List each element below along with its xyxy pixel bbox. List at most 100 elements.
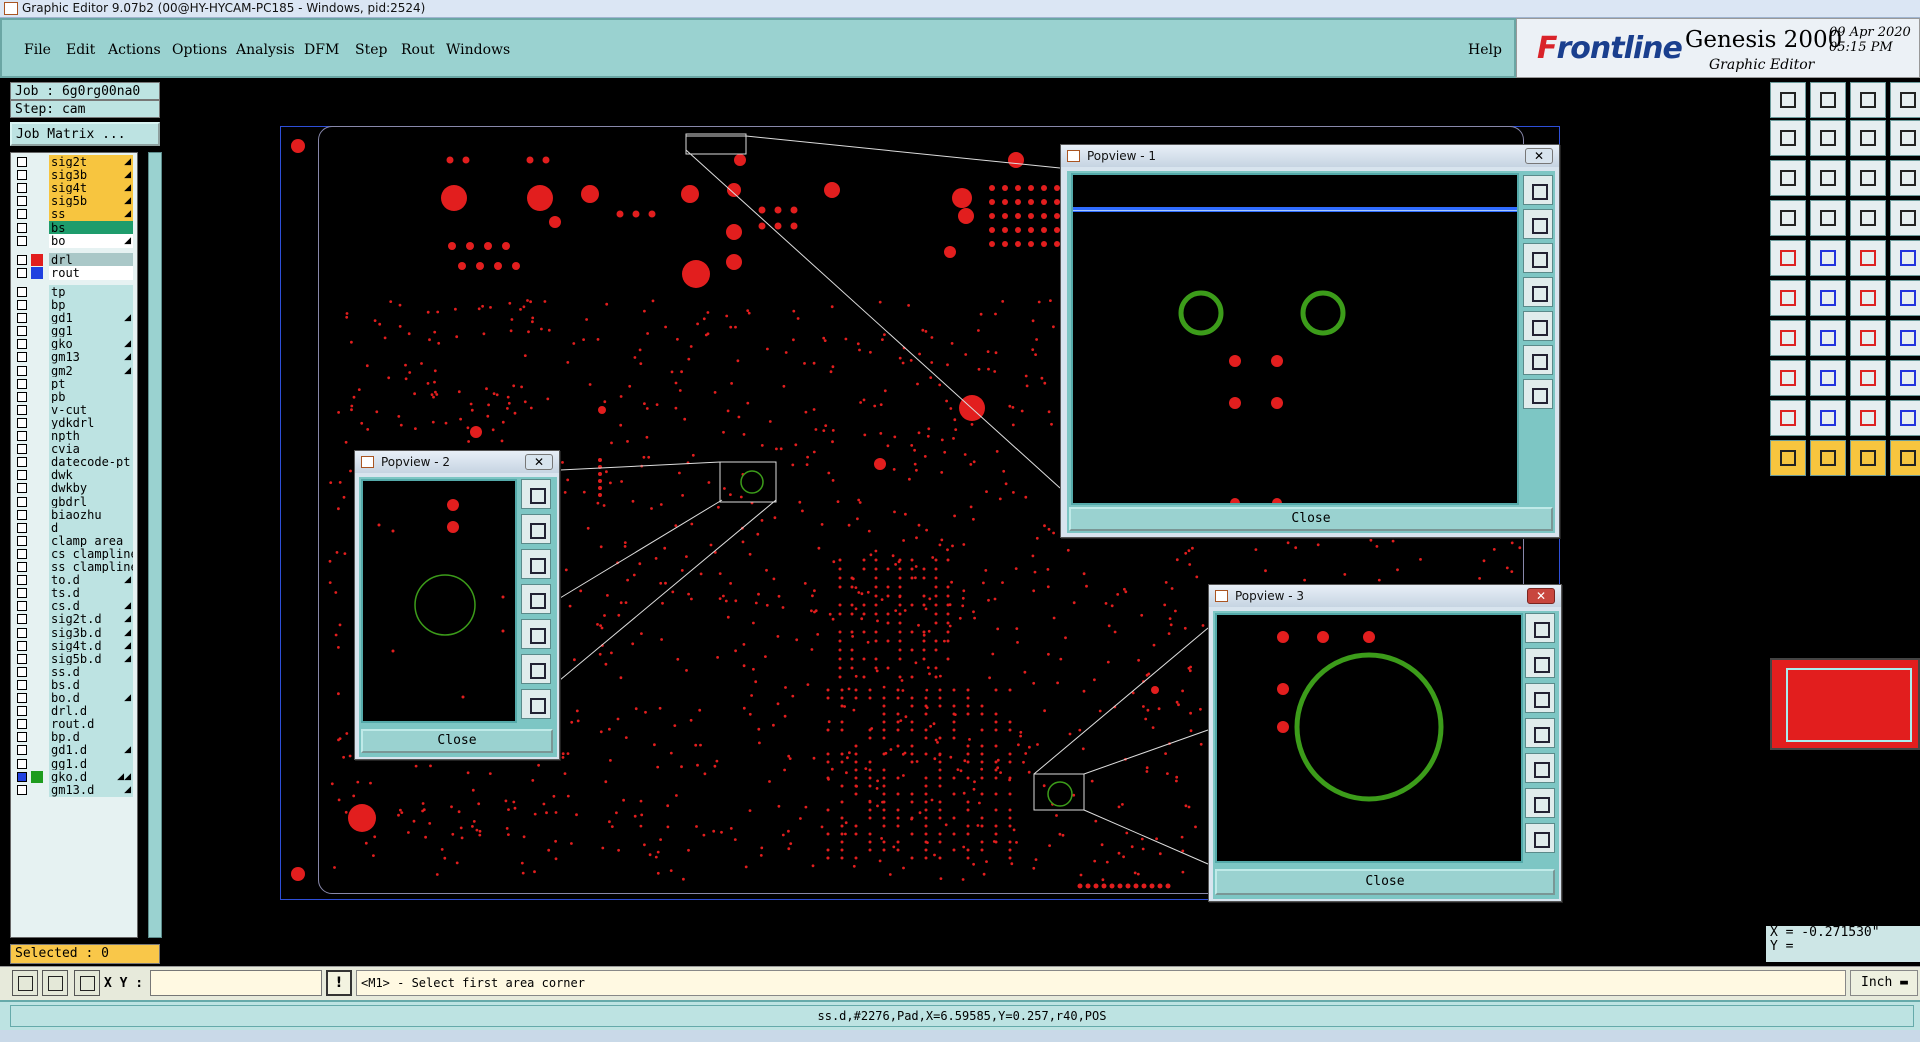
pad [526, 299, 529, 302]
tool-zoom-window-icon[interactable] [1810, 160, 1846, 196]
tool-grid-icon[interactable] [1890, 82, 1920, 118]
pad [882, 696, 886, 700]
pad [859, 401, 862, 404]
tool-window-select-icon[interactable] [1890, 440, 1920, 476]
tool-record-icon[interactable] [1890, 240, 1920, 276]
pv-tool-pan-up-icon[interactable] [1525, 648, 1555, 678]
tool-surface-icon[interactable] [1770, 400, 1806, 436]
pv-tool-pan-right-icon[interactable] [1525, 753, 1555, 783]
pad [772, 577, 776, 581]
popview-1-close-icon[interactable]: ✕ [1525, 148, 1553, 164]
tool-flip-icon[interactable] [1890, 120, 1920, 156]
pad [1151, 726, 1155, 729]
pad [495, 393, 499, 397]
drill-ring-area3 [1047, 781, 1073, 807]
pv-tool-pan-left-icon[interactable] [521, 584, 551, 614]
pad [682, 877, 685, 881]
pv-tool-pan-left-icon[interactable] [1523, 277, 1553, 307]
pad [792, 309, 796, 313]
tool-highlight-icon[interactable] [1890, 200, 1920, 236]
tool-one-to-one-icon[interactable] [1850, 160, 1886, 196]
tool-add-line-icon[interactable] [1810, 240, 1846, 276]
tool-layer-up-icon[interactable] [1770, 82, 1806, 118]
pad [854, 607, 858, 611]
tool-home-icon[interactable] [1850, 82, 1886, 118]
pv-tool-zoom-out-icon[interactable] [521, 689, 551, 719]
pv-tool-zoom-out-icon[interactable] [1523, 379, 1553, 409]
tool-select-net-icon[interactable] [1770, 280, 1806, 316]
pv-tool-pan-right-icon[interactable] [1523, 311, 1553, 341]
pv-tool-zoom-in-icon[interactable] [1523, 345, 1553, 375]
select-area-icon[interactable] [12, 970, 38, 996]
popview-1-close-button[interactable]: Close [1069, 507, 1553, 531]
pad [826, 832, 830, 836]
pv-tool-pan-down-icon[interactable] [521, 549, 551, 579]
popview-2-close-button[interactable]: Close [361, 729, 553, 753]
pv-tool-zoom-in-icon[interactable] [521, 654, 551, 684]
pv-tool-zoom-out-icon[interactable] [1525, 823, 1555, 853]
tool-scale-icon[interactable] [1850, 120, 1886, 156]
pv-tool-pan-left-icon[interactable] [1525, 718, 1555, 748]
unit-selector[interactable]: Inch ▬ [1850, 970, 1918, 996]
pv-tool-zoom-home-icon[interactable] [521, 479, 551, 509]
tool-copy-icon[interactable] [1890, 280, 1920, 316]
pad [966, 696, 970, 700]
tool-select-icon[interactable] [1810, 440, 1846, 476]
tool-break-icon[interactable] [1810, 360, 1846, 396]
pad [620, 480, 623, 483]
pv-tool-pan-up-icon[interactable] [1523, 209, 1553, 239]
pv-tool-zoom-home-icon[interactable] [1525, 613, 1555, 643]
pad [619, 395, 623, 398]
tool-fill-icon[interactable] [1810, 400, 1846, 436]
tool-layer-down-icon[interactable] [1810, 82, 1846, 118]
pv-tool-pan-down-icon[interactable] [1523, 243, 1553, 273]
tool-text-icon[interactable] [1890, 320, 1920, 356]
popview-2-close-icon[interactable]: ✕ [525, 454, 553, 470]
tool-add-pad-icon[interactable] [1770, 240, 1806, 276]
tool-rotate-icon[interactable] [1850, 320, 1886, 356]
tool-arc-icon[interactable] [1770, 320, 1806, 356]
grid-icon[interactable] [74, 970, 100, 996]
tool-align-icon[interactable] [1850, 360, 1886, 396]
pad [925, 688, 929, 692]
pad [794, 443, 798, 447]
tool-pointer-icon[interactable] [1770, 440, 1806, 476]
tool-poly-icon[interactable] [1890, 400, 1920, 436]
pv-tool-pan-right-icon[interactable] [521, 619, 551, 649]
pad [792, 338, 795, 342]
tool-resize-icon[interactable] [1770, 360, 1806, 396]
pv-tool-pan-down-icon[interactable] [1525, 683, 1555, 713]
tool-touch-icon[interactable] [1850, 440, 1886, 476]
tool-pan-right-icon[interactable] [1810, 120, 1846, 156]
tool-snap-icon[interactable] [1770, 200, 1806, 236]
pad [978, 801, 981, 805]
pcb-canvas[interactable] [0, 0, 1920, 1042]
pad [886, 585, 890, 589]
pad [1055, 814, 1058, 817]
measure-icon[interactable] [42, 970, 68, 996]
pv-tool-pan-up-icon[interactable] [521, 514, 551, 544]
popview-3-view[interactable] [1215, 613, 1523, 863]
tool-contour-icon[interactable] [1890, 360, 1920, 396]
tool-move-icon[interactable] [1850, 280, 1886, 316]
pv-tool-zoom-in-icon[interactable] [1525, 788, 1555, 818]
pad [886, 639, 890, 643]
tool-grid-toggle-icon[interactable] [1810, 200, 1846, 236]
tool-zoom-fit-icon[interactable] [1770, 160, 1806, 196]
warning-icon[interactable]: ! [326, 970, 352, 996]
tool-outline-icon[interactable] [1850, 400, 1886, 436]
tool-measure-icon[interactable] [1850, 240, 1886, 276]
xy-input[interactable] [150, 970, 322, 996]
tool-pan-left-icon[interactable] [1770, 120, 1806, 156]
pad [742, 664, 746, 668]
pv-tool-zoom-home-icon[interactable] [1523, 175, 1553, 205]
tool-delete-icon[interactable] [1810, 280, 1846, 316]
tool-query-icon[interactable] [1890, 160, 1920, 196]
popview-3-close-icon[interactable]: ✕ [1527, 588, 1555, 604]
popview-3-close-button[interactable]: Close [1215, 869, 1555, 895]
pad [854, 856, 858, 860]
popview-2-view[interactable] [361, 479, 517, 723]
tool-net-icon[interactable] [1850, 200, 1886, 236]
tool-line-icon[interactable] [1810, 320, 1846, 356]
popview-1-view[interactable] [1071, 173, 1519, 508]
